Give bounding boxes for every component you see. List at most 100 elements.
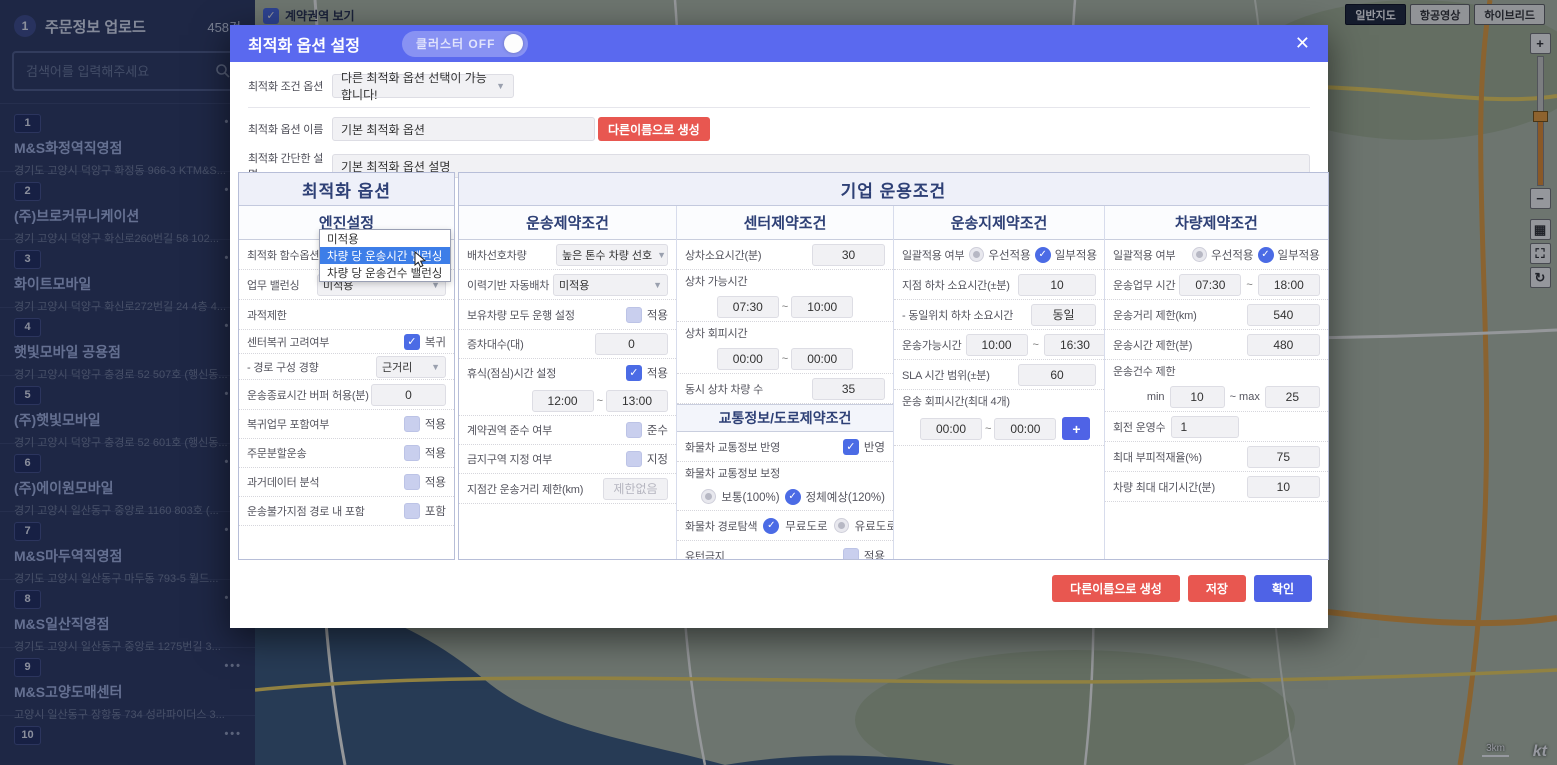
priority-apply-radio[interactable] (1192, 247, 1207, 262)
sla-range-input[interactable]: 60 (1018, 364, 1096, 386)
loading-avoid-end-input[interactable]: 00:00 (791, 348, 853, 370)
cluster-toggle-label: 클러스터 OFF (416, 35, 496, 52)
save-button[interactable]: 저장 (1188, 575, 1246, 602)
loading-window-end-input[interactable]: 10:00 (791, 296, 853, 318)
row-label: 증차대수(대) (467, 336, 524, 352)
rotation-count-input[interactable]: 1 (1171, 416, 1239, 438)
tilde-separator: ~ (782, 353, 788, 365)
distance-limit-input[interactable]: 제한없음 (603, 478, 668, 500)
order-split-checkbox[interactable] (404, 445, 420, 461)
return-work-checkbox[interactable] (404, 416, 420, 432)
loading-window-start-input[interactable]: 07:30 (717, 296, 779, 318)
route-preference-select[interactable]: 근거리 ▼ (376, 356, 446, 378)
loading-avoid-start-input[interactable]: 00:00 (717, 348, 779, 370)
row-label: 지점 하차 소요시간(±분) (902, 277, 1010, 293)
row-label: 업무 밸런싱 (247, 277, 299, 293)
lunch-end-input[interactable]: 13:00 (606, 390, 668, 412)
row-label: 상차 가능시간 (685, 273, 747, 289)
congestion-expected-radio[interactable] (785, 489, 801, 505)
row-label: 배차선호차량 (467, 247, 527, 263)
row-label: 지점간 운송거리 제한(km) (467, 481, 583, 497)
table-row: 운송가능시간 10:00 ~ 16:30 (894, 330, 1104, 360)
partial-apply-radio[interactable] (1258, 247, 1274, 263)
added-vehicles-input[interactable]: 0 (595, 333, 668, 355)
dropdown-option[interactable]: 미적용 (320, 230, 450, 247)
checkbox-label: 적용 (647, 365, 668, 381)
avoid-time-start-input[interactable]: 00:00 (920, 418, 982, 440)
impossible-point-checkbox[interactable] (404, 503, 420, 519)
row-label: 휴식(점심)시간 설정 (467, 365, 556, 381)
vehicle-header: 차량제약조건 (1105, 206, 1328, 240)
row-label: 운송 회피시간(최대 4개) (902, 393, 1010, 409)
history-dispatch-select[interactable]: 미적용 ▼ (553, 274, 668, 296)
contract-zone-checkbox[interactable] (626, 422, 642, 438)
lunch-break-checkbox[interactable] (626, 365, 642, 381)
simultaneous-vehicles-input[interactable]: 35 (812, 378, 885, 400)
table-row: min 10 ~ max 25 (1105, 382, 1328, 412)
checkbox-label: 포함 (425, 503, 446, 519)
option-name-input[interactable]: 기본 최적화 옵션 (332, 117, 595, 141)
dropdown-option[interactable]: 차량 당 운송건수 밸런싱 (320, 264, 450, 281)
free-road-radio[interactable] (763, 518, 779, 534)
cluster-toggle[interactable]: 클러스터 OFF (402, 31, 529, 57)
same-location-button[interactable]: 동일 (1031, 304, 1096, 326)
delivery-window-end-input[interactable]: 16:30 (1044, 334, 1104, 356)
table-row: 일괄적용 여부 우선적용 일부적용 (1105, 240, 1328, 270)
min-count-input[interactable]: 10 (1170, 386, 1225, 408)
checkbox-label: 적용 (425, 445, 446, 461)
no-uturn-checkbox[interactable] (843, 548, 859, 560)
loading-time-input[interactable]: 30 (812, 244, 885, 266)
checkbox-label: 적용 (425, 416, 446, 432)
row-label: 일괄적용 여부 (1113, 247, 1175, 263)
work-time-start-input[interactable]: 07:30 (1179, 274, 1241, 296)
settings-grid: 최적화 옵션 엔진설정 최적화 함수옵션 운송시간 최소화 ▼ 업무 밸런싱 미… (238, 172, 1315, 560)
partial-apply-radio[interactable] (1035, 247, 1051, 263)
row-label: 운송건수 제한 (1113, 363, 1175, 379)
volume-load-rate-input[interactable]: 75 (1247, 446, 1320, 468)
normal-traffic-radio[interactable] (701, 489, 716, 504)
table-row: 차량 최대 대기시간(분) 10 (1105, 472, 1328, 502)
operating-conditions-table: 기업 운용조건 운송제약조건 배차선호차량 높은 톤수 차량 선호 ▼ 이력기반… (458, 172, 1329, 560)
lunch-start-input[interactable]: 12:00 (532, 390, 594, 412)
time-limit-input[interactable]: 480 (1247, 334, 1320, 356)
save-as-new-button[interactable]: 다른이름으로 생성 (1052, 575, 1180, 602)
row-label: - 경로 구성 경향 (247, 359, 319, 375)
table-row: 운송불가지점 경로 내 포함 포함 (239, 497, 454, 526)
row-label: 이력기반 자동배차 (467, 277, 549, 293)
add-avoid-time-button[interactable]: + (1062, 417, 1090, 440)
toll-road-radio[interactable] (834, 518, 849, 533)
center-return-checkbox[interactable] (404, 334, 420, 350)
dropdown-option-highlighted[interactable]: 차량 당 운송시간 밸런싱 (320, 247, 450, 264)
table-row: SLA 시간 범위(±분) 60 (894, 360, 1104, 390)
max-wait-time-input[interactable]: 10 (1247, 476, 1320, 498)
table-row: 지점간 운송거리 제한(km) 제한없음 (459, 474, 676, 504)
distance-limit-input[interactable]: 540 (1247, 304, 1320, 326)
table-row: 지점 하차 소요시간(±분) 10 (894, 270, 1104, 300)
max-count-input[interactable]: 25 (1265, 386, 1320, 408)
table-row: - 동일위치 하차 소요시간 동일 (894, 300, 1104, 330)
table-row: 금지구역 지정 여부 지정 (459, 445, 676, 474)
condition-label: 최적화 조건 옵션 (248, 78, 332, 94)
create-as-new-button[interactable]: 다른이름으로 생성 (598, 117, 710, 141)
unload-time-input[interactable]: 10 (1018, 274, 1096, 296)
min-label: min (1147, 391, 1165, 403)
condition-select[interactable]: 다른 최적화 옵션 선택이 가능합니다! ▼ (332, 74, 514, 98)
work-time-end-input[interactable]: 18:00 (1258, 274, 1320, 296)
preferred-vehicle-select[interactable]: 높은 톤수 차량 선호 ▼ (556, 244, 668, 266)
history-analysis-checkbox[interactable] (404, 474, 420, 490)
delivery-window-start-input[interactable]: 10:00 (966, 334, 1028, 356)
row-label: 금지구역 지정 여부 (467, 451, 552, 467)
avoid-time-end-input[interactable]: 00:00 (994, 418, 1056, 440)
table-row: 보유차량 모두 운행 설정 적용 (459, 300, 676, 330)
checkbox-label: 지정 (647, 451, 668, 467)
chevron-down-icon: ▼ (496, 81, 505, 91)
forbidden-zone-checkbox[interactable] (626, 451, 642, 467)
all-vehicles-checkbox[interactable] (626, 307, 642, 323)
modal-header: 최적화 옵션 설정 클러스터 OFF ✕ (230, 25, 1328, 62)
close-icon[interactable]: ✕ (1295, 33, 1310, 54)
buffer-minutes-input[interactable]: 0 (371, 384, 446, 406)
chevron-down-icon: ▼ (657, 250, 666, 260)
priority-apply-radio[interactable] (969, 247, 984, 262)
confirm-button[interactable]: 확인 (1254, 575, 1312, 602)
traffic-info-checkbox[interactable] (843, 439, 859, 455)
